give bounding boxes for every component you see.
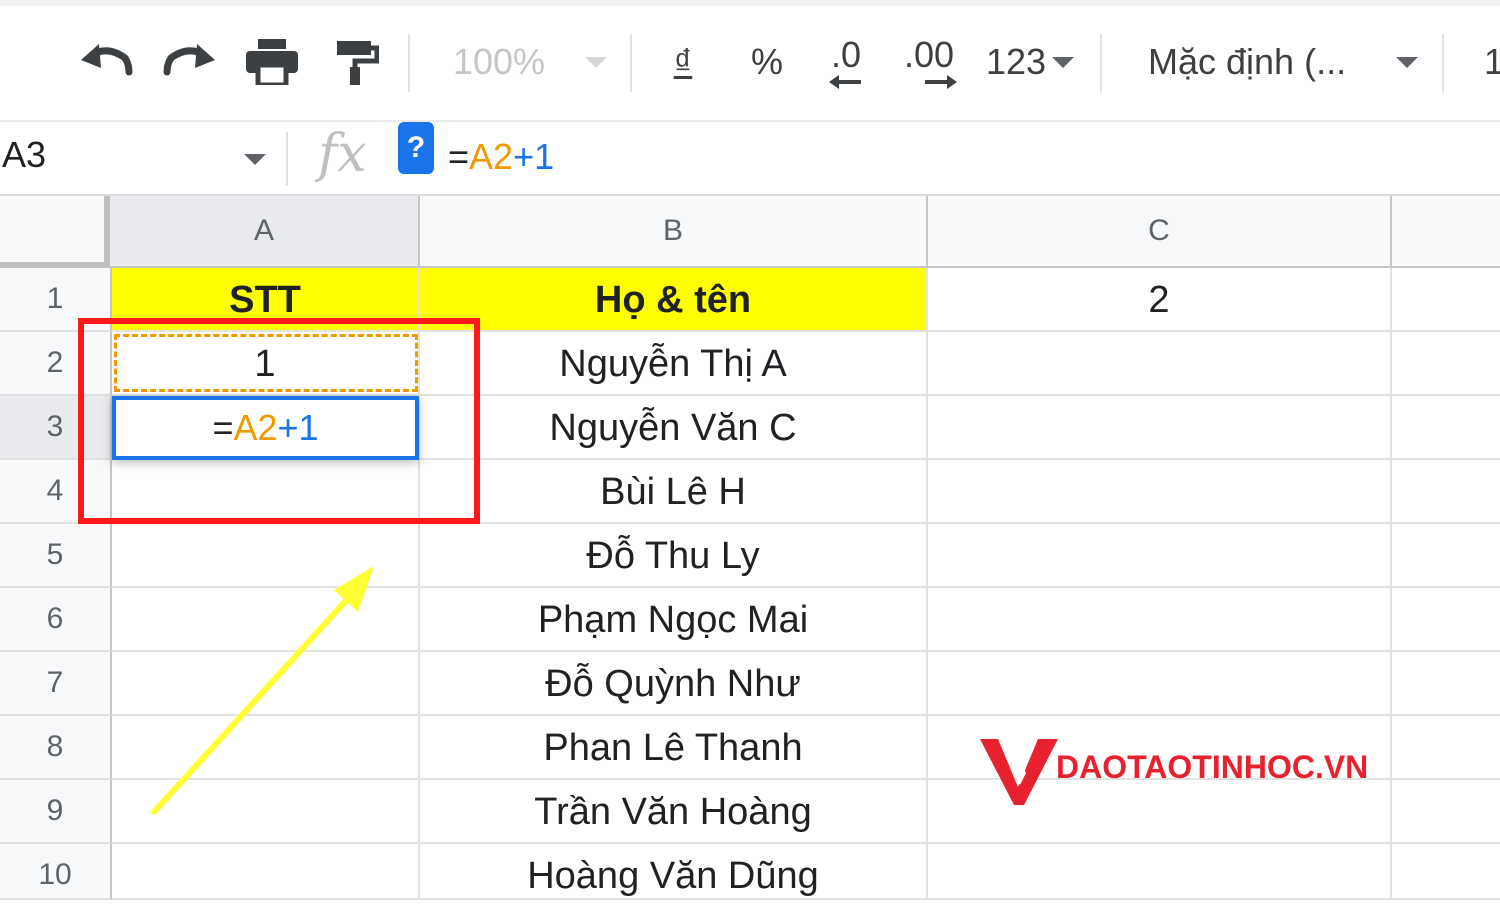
logo-mark-icon <box>980 739 1058 805</box>
logo-text: DAOTAOTINHOC.VN <box>1056 749 1369 785</box>
watermark-logo: DAOTAOTINHOC.VN <box>980 735 1420 809</box>
